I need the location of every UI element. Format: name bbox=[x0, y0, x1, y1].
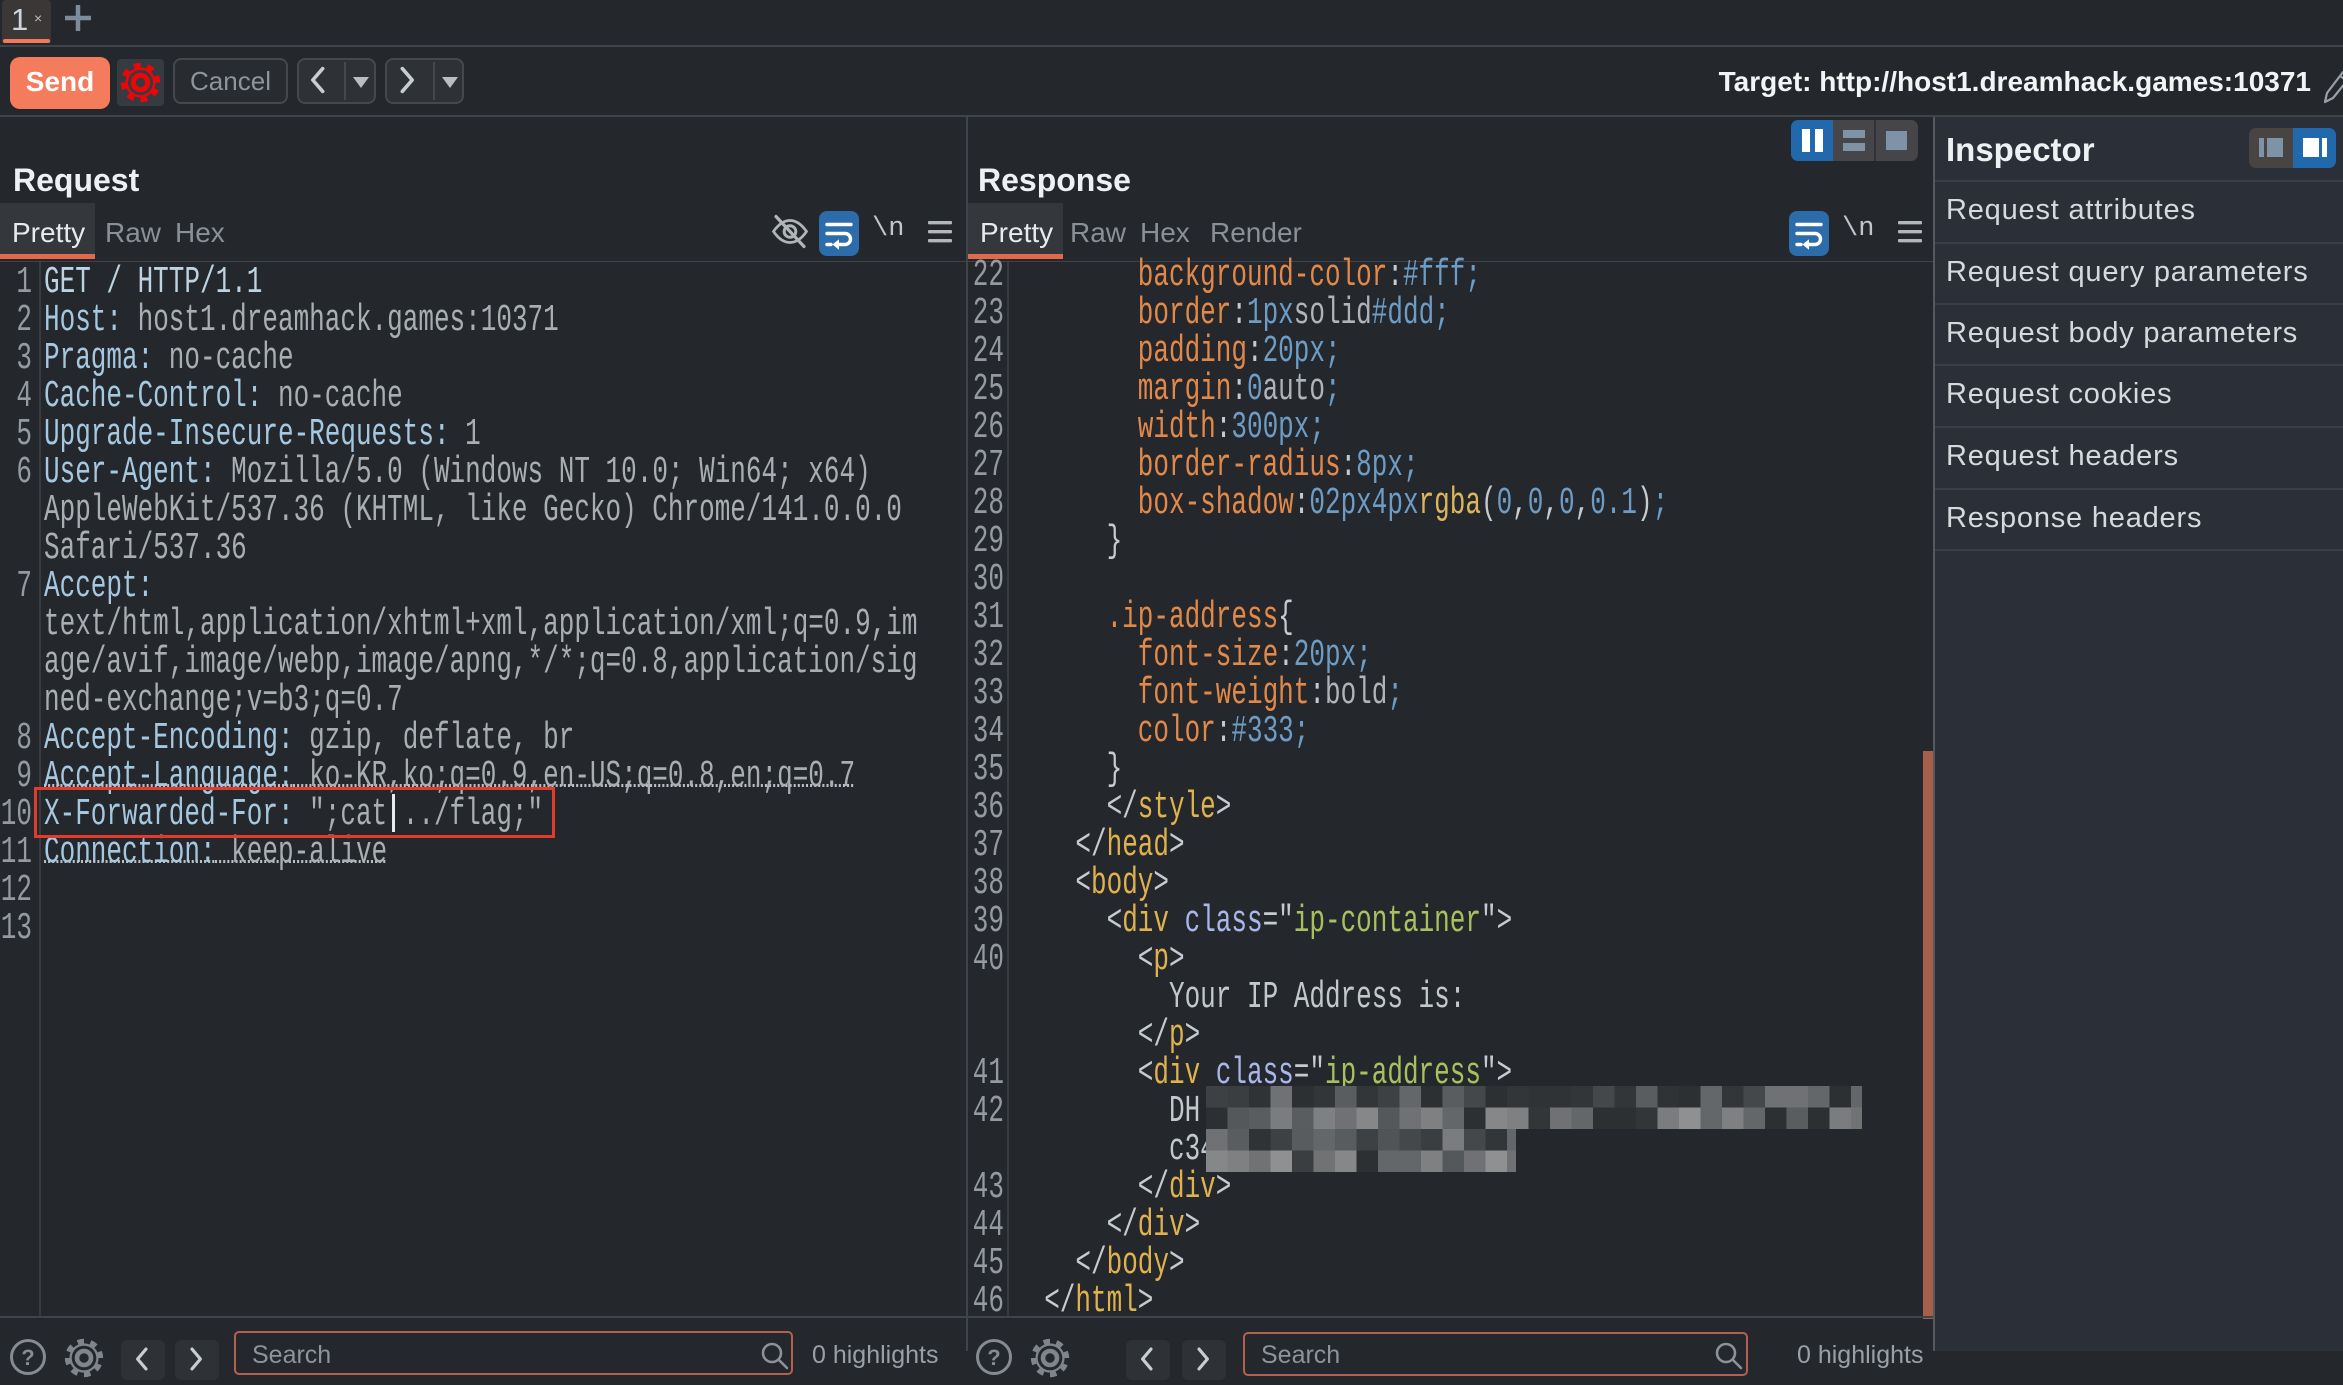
svg-text:?: ? bbox=[987, 1345, 1000, 1370]
